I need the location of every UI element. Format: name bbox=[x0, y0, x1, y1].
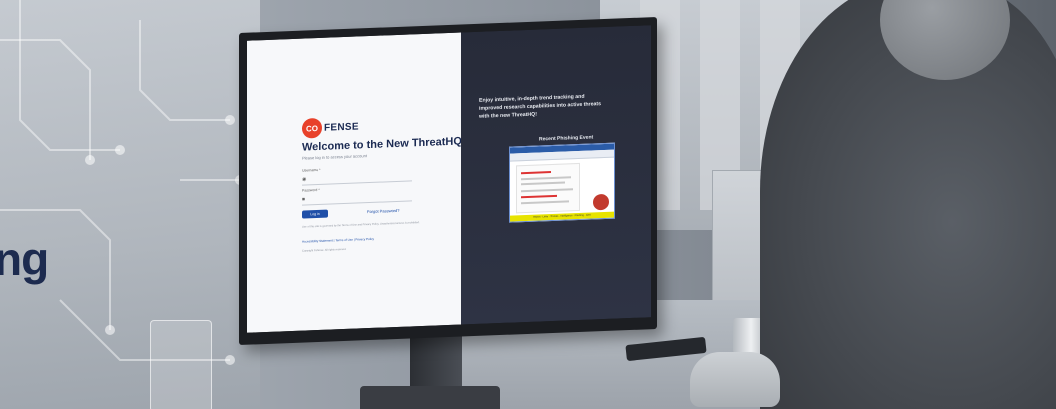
login-subtitle: Please log in to access your account bbox=[302, 153, 367, 161]
text-line bbox=[521, 200, 569, 204]
password-label: Password * bbox=[302, 187, 320, 193]
text-line bbox=[521, 194, 557, 198]
text-line bbox=[521, 188, 573, 192]
page-headline: ng bbox=[0, 233, 49, 285]
text-line bbox=[521, 181, 565, 185]
username-label: Username * bbox=[302, 167, 321, 173]
user-icon: ◉ bbox=[302, 176, 307, 183]
office-photo: ng CO FENSE Welcome to the New ThreatHQ!… bbox=[0, 0, 1056, 409]
login-panel: CO FENSE Welcome to the New ThreatHQ! Pl… bbox=[247, 32, 466, 333]
monitor-base bbox=[360, 386, 500, 409]
monitor: CO FENSE Welcome to the New ThreatHQ! Pl… bbox=[239, 16, 657, 346]
promo-text: Enjoy intuitive, in-depth trend tracking… bbox=[479, 93, 601, 120]
login-button[interactable]: Log in bbox=[302, 209, 328, 219]
pen-holder bbox=[150, 320, 212, 409]
legal-notice: Use of this site is governed by the Term… bbox=[302, 221, 420, 229]
promo-screenshot-title: Recent Phishing Event bbox=[539, 134, 594, 143]
phish-stamp-icon bbox=[593, 193, 609, 211]
email-body bbox=[516, 162, 580, 214]
highlight-banner: Report · Links · Threats · Intelligence … bbox=[510, 211, 614, 222]
monitor-screen: CO FENSE Welcome to the New ThreatHQ! Pl… bbox=[247, 25, 651, 333]
promo-panel: Enjoy intuitive, in-depth trend tracking… bbox=[461, 25, 651, 325]
footer-links[interactable]: Accessibility Statement | Terms of Use |… bbox=[302, 237, 374, 244]
person-hand bbox=[690, 352, 780, 407]
login-title: Welcome to the New ThreatHQ! bbox=[302, 135, 466, 154]
forgot-password-link[interactable]: Forgot Password? bbox=[367, 208, 399, 214]
username-field[interactable]: ◉ bbox=[302, 170, 412, 186]
text-line bbox=[521, 176, 571, 180]
text-line bbox=[521, 171, 551, 174]
phishing-email-screenshot: Report · Links · Threats · Intelligence … bbox=[509, 142, 615, 223]
lock-icon: ■ bbox=[302, 196, 306, 203]
brand-logo: CO FENSE bbox=[302, 116, 359, 139]
password-field[interactable]: ■ bbox=[302, 190, 412, 206]
logo-text: FENSE bbox=[324, 120, 359, 134]
copyright: Copyright Cofense. All rights reserved. bbox=[302, 247, 347, 253]
logo-mark: CO bbox=[302, 117, 322, 139]
